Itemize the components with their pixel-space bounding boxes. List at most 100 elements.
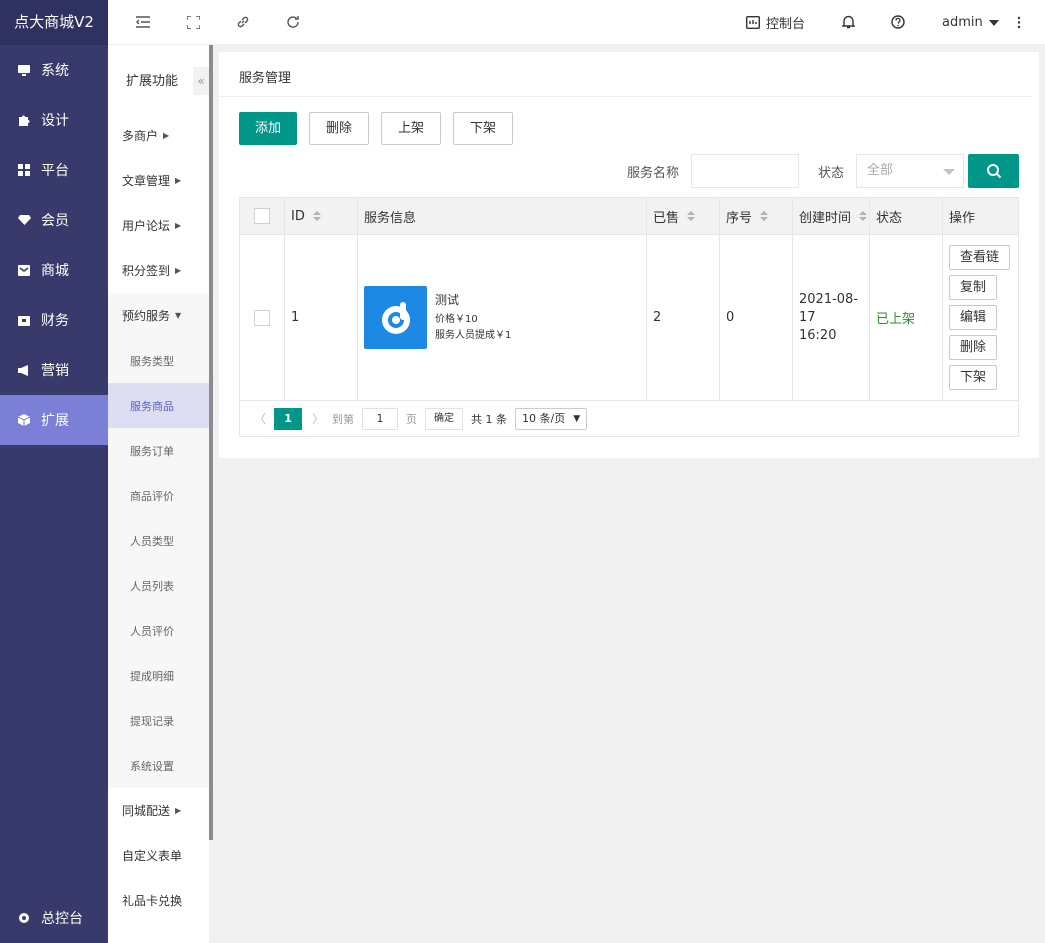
search-button[interactable] — [968, 154, 1019, 188]
header-info: 服务信息 — [358, 198, 647, 234]
nav-item-mall[interactable]: 商城 — [0, 245, 108, 295]
nav-item-system[interactable]: 系统 — [0, 45, 108, 95]
created-date: 2021-08-17 — [799, 291, 859, 325]
sort-icon[interactable] — [312, 211, 321, 221]
nav-item-platform[interactable]: 平台 — [0, 145, 108, 195]
nav-item-marketing[interactable]: 营销 — [0, 345, 108, 395]
goto-page-input[interactable]: 1 — [362, 407, 399, 430]
puzzle-icon — [17, 113, 31, 127]
subnav-group[interactable]: 礼品卡兑换 — [108, 878, 209, 923]
monitor-icon — [17, 63, 31, 77]
collapse-icon[interactable]: « — [193, 67, 209, 95]
row-off-shelf-button[interactable]: 下架 — [949, 365, 998, 390]
select-all-checkbox[interactable] — [254, 208, 270, 224]
bell-icon[interactable] — [839, 13, 857, 31]
subnav-group[interactable]: 文章管理 ▶ — [108, 158, 209, 203]
next-page-icon[interactable]: 〉 — [312, 410, 324, 427]
subnav-group[interactable]: 自定义表单 — [108, 833, 209, 878]
nav-label: 平台 — [41, 163, 69, 179]
subnav-group[interactable]: 积分签到 ▶ — [108, 248, 209, 293]
subnav-group-booking[interactable]: 预约服务 ▼ — [108, 293, 209, 338]
subnav-item[interactable]: 提现记录 — [108, 698, 209, 743]
nav-item-console[interactable]: 总控台 — [0, 893, 108, 943]
gear-icon — [17, 911, 31, 925]
table-header: ID 服务信息 已售 序号 创建时间 状态 操作 — [240, 198, 1018, 235]
sort-icon[interactable] — [687, 211, 696, 221]
service-name-input[interactable] — [691, 154, 799, 188]
on-shelf-button[interactable]: 上架 — [381, 112, 441, 145]
edit-button[interactable]: 编辑 — [949, 305, 998, 330]
page-size-value: 10 条/页 — [522, 411, 566, 425]
header-ops: 操作 — [943, 198, 1018, 234]
wallet-icon — [17, 313, 31, 327]
caret-right-icon: ▶ — [175, 806, 182, 815]
username: admin — [942, 15, 983, 30]
nav-item-finance[interactable]: 财务 — [0, 295, 108, 345]
brand-logo: 点大商城V2 — [0, 0, 108, 45]
row-checkbox[interactable] — [254, 309, 270, 326]
prev-page-icon[interactable]: 〈 — [254, 410, 266, 427]
off-shelf-button[interactable]: 下架 — [453, 112, 513, 145]
subnav-item[interactable]: 提成明细 — [108, 653, 209, 698]
subnav-item[interactable]: 系统设置 — [108, 743, 209, 788]
nav-label: 设计 — [41, 113, 69, 129]
current-page[interactable]: 1 — [274, 407, 303, 430]
console-label: 控制台 — [766, 17, 806, 32]
add-button[interactable]: 添加 — [239, 112, 297, 145]
subnav-item[interactable]: 人员列表 — [108, 563, 209, 608]
service-logo-icon — [381, 301, 410, 334]
subnav-group[interactable]: 同城配送 ▶ — [108, 788, 209, 833]
subnav-group[interactable]: 多商户 ▶ — [108, 113, 209, 158]
top-header: 控制台 admin — [108, 0, 1045, 45]
header-seq[interactable]: 序号 — [720, 198, 793, 234]
scrollbar[interactable] — [209, 45, 213, 840]
cell-seq: 0 — [720, 235, 793, 400]
caret-right-icon: ▶ — [175, 221, 182, 230]
subnav-item[interactable]: 商品评价 — [108, 473, 209, 518]
header-created[interactable]: 创建时间 — [793, 198, 870, 234]
nav-label: 营销 — [41, 363, 69, 379]
subnav-item[interactable]: 服务订单 — [108, 428, 209, 473]
header-label: 创建时间 — [799, 210, 852, 226]
cell-sold: 2 — [647, 235, 720, 400]
link-icon[interactable] — [234, 13, 252, 31]
nav-item-extension[interactable]: 扩展 — [0, 395, 108, 445]
header-sold[interactable]: 已售 — [647, 198, 720, 234]
status-badge: 已上架 — [870, 235, 943, 400]
nav-label: 扩展 — [41, 413, 69, 429]
subnav-item[interactable]: 人员评价 — [108, 608, 209, 653]
status-select[interactable]: 全部 — [856, 154, 964, 188]
service-commission: 服务人员提成￥1 — [435, 330, 512, 341]
status-select-value: 全部 — [867, 163, 894, 178]
header-label: 序号 — [726, 210, 753, 226]
more-icon[interactable] — [1010, 13, 1028, 31]
delete-button[interactable]: 删除 — [309, 112, 369, 145]
nav-item-member[interactable]: 会员 — [0, 195, 108, 245]
group-label: 礼品卡兑换 — [122, 894, 183, 908]
help-icon[interactable] — [889, 13, 907, 31]
row-delete-button[interactable]: 删除 — [949, 335, 998, 360]
page-size-select[interactable]: 10 条/页 ▼ — [515, 407, 588, 430]
header-id[interactable]: ID — [285, 198, 358, 234]
goto-confirm-button[interactable]: 确定 — [425, 407, 464, 430]
group-label: 多商户 — [122, 129, 159, 143]
subnav-item[interactable]: 人员类型 — [108, 518, 209, 563]
fullscreen-icon[interactable] — [184, 13, 202, 31]
cube-icon — [17, 413, 31, 427]
copy-button[interactable]: 复制 — [949, 275, 998, 300]
nav-item-design[interactable]: 设计 — [0, 95, 108, 145]
user-menu[interactable]: admin — [942, 0, 999, 45]
menu-toggle-icon[interactable] — [134, 13, 152, 31]
sort-icon[interactable] — [859, 211, 868, 221]
nav-label: 会员 — [41, 213, 69, 229]
divider — [219, 96, 1032, 97]
subnav-item[interactable]: 服务类型 — [108, 338, 209, 383]
service-name-label: 服务名称 — [627, 166, 680, 181]
refresh-icon[interactable] — [284, 13, 302, 31]
console-link[interactable]: 控制台 — [746, 0, 805, 45]
sort-icon[interactable] — [760, 211, 769, 221]
subnav-item-active[interactable]: 服务商品 — [108, 383, 209, 428]
subnav-group[interactable]: 用户论坛 ▶ — [108, 203, 209, 248]
console-icon — [746, 16, 760, 29]
view-link-button[interactable]: 查看链 — [949, 245, 1011, 270]
